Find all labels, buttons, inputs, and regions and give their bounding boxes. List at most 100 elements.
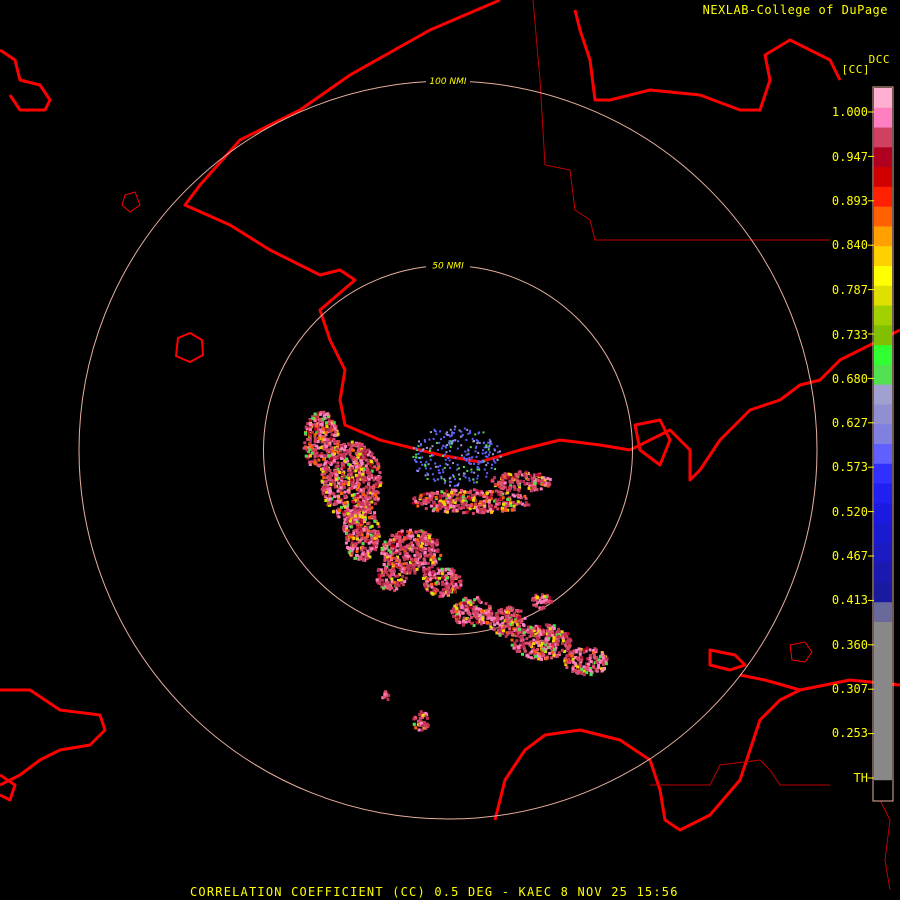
nexlab-credit[interactable]: NEXLAB-College of DuPage [703,3,888,17]
echo-pixel [544,623,548,627]
echo-pixel [504,614,508,618]
echo-pixel [506,488,509,492]
echo-pixel [517,483,521,487]
echo-pixel [306,437,310,441]
echo-pixel [507,617,511,621]
echo-pixel [464,450,467,453]
echo-pixel [378,484,382,487]
echo-pixel [419,450,422,453]
echo-pixel [414,716,418,720]
echo-pixel [394,556,398,560]
echo-pixel [437,448,439,451]
echo-pixel [446,506,450,510]
echo-pixel [438,569,441,573]
echo-pixel [360,548,364,552]
echo-pixel [339,457,343,460]
echo-pixel [412,566,416,570]
echo-pixel [319,446,323,450]
echo-pixel [446,493,450,497]
legend-swatch [874,167,892,188]
radar-map: 50 NMI 100 NMI [0,0,900,891]
echo-pixel [322,476,326,480]
echo-pixel [413,571,417,575]
echo-pixel [366,453,370,457]
echo-pixel [329,489,332,493]
echo-pixel [435,588,439,592]
echo-pixel [336,489,340,493]
echo-pixel [466,428,469,431]
echo-pixel [452,462,454,465]
echo-pixel [396,581,400,585]
echo-pixel [438,471,441,474]
echo-pixel [363,502,367,506]
echo-pixel [514,631,518,635]
echo-pixel [363,546,367,550]
echo-pixel [316,454,319,458]
echo-pixel [370,452,374,456]
echo-pixel [322,435,326,439]
echo-pixel [457,467,460,470]
echo-pixel [437,582,441,586]
echo-pixel [324,430,328,434]
echo-pixel [333,440,336,443]
echo-pixel [395,549,399,553]
echo-pixel [478,503,482,507]
echo-pixel [352,521,356,525]
echo-pixel [308,454,312,458]
echo-pixel [353,485,357,489]
echo-pixel [318,418,322,422]
echo-pixel [508,480,512,483]
echo-pixel [354,514,358,518]
echo-pixel [476,509,479,513]
echo-pixel [442,471,445,474]
echo-pixel [378,471,382,475]
echo-pixel [343,494,347,498]
echo-pixel [357,448,361,452]
echo-pixel [518,619,521,623]
echo-pixel [501,632,505,635]
echo-pixel [310,451,314,455]
echo-pixel [390,533,394,537]
echo-pixel [414,530,418,534]
echo-pixel [329,483,333,486]
echo-pixel [580,667,584,671]
echo-pixel [518,479,522,483]
echo-pixel [526,625,530,629]
echo-pixel [449,499,453,503]
echo-pixel [302,446,306,450]
echo-pixel [326,467,330,471]
echo-pixel [459,493,463,497]
echo-pixel [373,519,377,523]
legend-swatch [874,503,892,524]
echo-pixel [550,656,554,660]
echo-pixel [504,508,508,512]
echo-pixel [448,450,451,452]
echo-pixel [428,438,431,441]
echo-pixel [564,643,567,647]
echo-pixel [369,533,373,537]
echo-pixel [337,515,341,519]
echo-pixel [452,475,455,478]
echo-pixel [508,486,511,489]
echo-pixel [463,427,466,430]
island-east [633,418,672,467]
echo-pixel [588,669,592,672]
echo-pixel [462,466,465,468]
echo-pixel [401,567,405,571]
legend-tick-label: 0.467 [831,549,868,563]
echo-pixel [425,460,428,463]
echo-pixel [376,522,380,526]
echo-pixel [325,421,328,425]
echo-pixel [416,504,420,508]
echo-pixel [370,500,374,504]
echo-pixel [453,428,456,431]
echo-pixel [410,559,414,563]
echo-pixel [524,497,528,500]
legend-swatch [874,622,892,643]
echo-pixel [355,534,359,538]
echo-pixel [429,467,432,470]
echo-pixel [351,458,355,461]
echo-pixel [368,485,372,489]
echo-pixel [348,546,352,550]
echo-pixel [447,457,450,459]
